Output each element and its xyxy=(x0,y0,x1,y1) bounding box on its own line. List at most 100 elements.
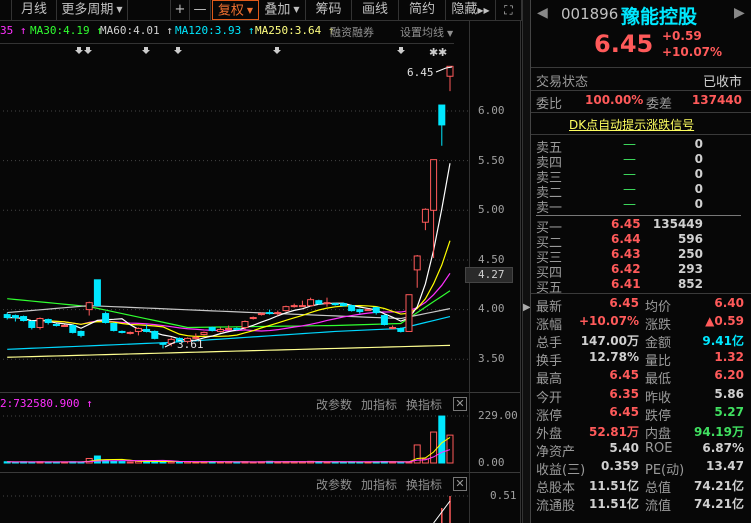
stat-row: 最新 6.45 均价 6.40 xyxy=(531,296,751,315)
price-tick: 5.00 xyxy=(478,203,505,216)
candle-down xyxy=(44,319,52,324)
candle-down xyxy=(11,315,19,319)
volume-tick: 0.00 xyxy=(478,456,505,469)
price-tick: 4.00 xyxy=(478,302,505,315)
stat-value: 6.87% xyxy=(702,440,744,455)
event-marker-icon xyxy=(174,47,182,54)
ask-level-label: 卖一 xyxy=(536,201,563,216)
candle-up xyxy=(200,331,208,335)
stat-value: 6.45 xyxy=(609,404,639,419)
candle-up xyxy=(421,208,429,223)
price-change-pct: +10.07% xyxy=(662,45,723,59)
stat-label: 流通股 xyxy=(536,499,576,515)
stat-label: 最低 xyxy=(645,372,672,388)
prev-stock-arrow-icon[interactable]: ◀ xyxy=(537,5,548,21)
status-label: 交易状态 xyxy=(536,75,589,90)
candle-up xyxy=(405,294,413,332)
stat-label: 换手 xyxy=(536,354,563,370)
switch-indicator-button[interactable]: 换指标 xyxy=(406,476,442,493)
volume-bar xyxy=(175,461,183,464)
stat-label: 总值 xyxy=(645,481,672,496)
add-indicator-button[interactable]: 加指标 xyxy=(361,396,397,413)
stat-label: 量比 xyxy=(645,354,672,370)
stat-row: 收益(三) 0.359 PE(动) 13.47 xyxy=(531,458,751,478)
close-icon[interactable]: ✕ xyxy=(453,397,467,411)
edit-params-button[interactable]: 改参数 xyxy=(316,476,352,493)
stat-label: 最高 xyxy=(536,372,563,388)
price-tick: 6.00 xyxy=(478,104,505,117)
stat-value: 1.32 xyxy=(714,350,744,365)
price-tick: 3.50 xyxy=(478,352,505,365)
event-marker-icon xyxy=(75,47,83,54)
bid-volume: 852 xyxy=(677,277,703,291)
volume-tick: 229.00 xyxy=(478,409,518,422)
quote-panel: ◀ 001896 豫能控股 ▶ 6.45 +0.59 +10.07% 交易状态 已… xyxy=(530,0,751,523)
stat-row: 流通股 11.51亿 流值 74.21亿 xyxy=(531,495,751,515)
candle-up xyxy=(290,305,298,308)
volume-bar xyxy=(167,461,175,464)
stat-value: 74.21亿 xyxy=(694,497,744,512)
candle-up xyxy=(298,305,306,308)
volume-bar xyxy=(118,461,126,464)
stat-value: 5.27 xyxy=(714,404,744,419)
candle-up xyxy=(323,302,331,305)
bid-volume: 135449 xyxy=(652,217,703,231)
stat-value: 5.40 xyxy=(609,440,639,455)
candle-down xyxy=(52,323,60,326)
kline-chart[interactable]: ✱ ✱ 6.45 3.61 xyxy=(0,0,530,523)
volume-bar xyxy=(438,415,446,464)
candle-down xyxy=(356,309,364,313)
stat-label: 跌停 xyxy=(645,408,672,424)
add-indicator-button[interactable]: 加指标 xyxy=(361,476,397,493)
stat-value: 52.81万 xyxy=(589,424,639,439)
ask-volume: 0 xyxy=(694,182,703,196)
stat-row: 涨幅 +10.07% 涨跌 ▲0.59 xyxy=(531,314,751,334)
candle-up xyxy=(257,313,265,316)
ask-price: — xyxy=(623,152,636,167)
bid-ratio-label: 委比 xyxy=(536,97,563,112)
stat-value: 5.86 xyxy=(714,386,744,401)
candle-up xyxy=(241,321,249,328)
stat-value: 0.359 xyxy=(601,458,639,473)
price-tick: 4.50 xyxy=(478,253,505,266)
event-marker-icon xyxy=(142,47,150,54)
stat-label: 涨幅 xyxy=(536,318,563,334)
dk-signal-link[interactable]: DK点自动提示涨跌信号 xyxy=(569,116,694,133)
candle-down xyxy=(28,321,36,328)
price-change: +0.59 xyxy=(662,29,702,43)
candle-up xyxy=(389,326,397,329)
stat-row: 涨停 6.45 跌停 5.27 xyxy=(531,404,751,424)
stat-row: 总手 147.00万 金额 9.41亿 xyxy=(531,332,751,351)
last-price: 6.45 xyxy=(594,30,654,58)
bid-ratio-value: 100.00% xyxy=(585,93,644,107)
stat-value: 74.21亿 xyxy=(694,479,744,493)
stat-row: 换手 12.78% 量比 1.32 xyxy=(531,350,751,370)
ask-volume: 0 xyxy=(694,137,703,151)
edit-params-button[interactable]: 改参数 xyxy=(316,396,352,413)
candle-down xyxy=(438,104,446,126)
candle-down xyxy=(110,323,118,331)
bid-volume: 293 xyxy=(677,262,703,276)
switch-indicator-button[interactable]: 换指标 xyxy=(406,396,442,413)
stat-label: 净资产 xyxy=(536,444,576,460)
low-price-label: 3.61 xyxy=(177,338,204,351)
divider xyxy=(0,472,520,473)
ask-volume: 0 xyxy=(694,167,703,181)
stat-value: 6.40 xyxy=(714,296,744,310)
stat-label: 最新 xyxy=(536,300,563,315)
candle-down xyxy=(151,330,159,339)
panel-splitter[interactable] xyxy=(522,0,530,523)
bid-volume: 596 xyxy=(677,232,703,246)
close-icon[interactable]: ✕ xyxy=(453,477,467,491)
stat-label: 均价 xyxy=(645,300,672,315)
candle-down xyxy=(77,330,85,336)
volume-legend: 2:732580.900 ↑ xyxy=(0,397,93,410)
ask-price: — xyxy=(623,197,636,212)
candle-down xyxy=(93,279,101,307)
next-stock-arrow-icon[interactable]: ▶ xyxy=(734,5,745,21)
stat-label: 涨跌 xyxy=(645,318,672,334)
stat-row: 最高 6.45 最低 6.20 xyxy=(531,368,751,388)
ask-price: — xyxy=(623,137,636,152)
bid-price: 6.45 xyxy=(611,217,641,231)
stat-value: 6.45 xyxy=(609,368,639,383)
